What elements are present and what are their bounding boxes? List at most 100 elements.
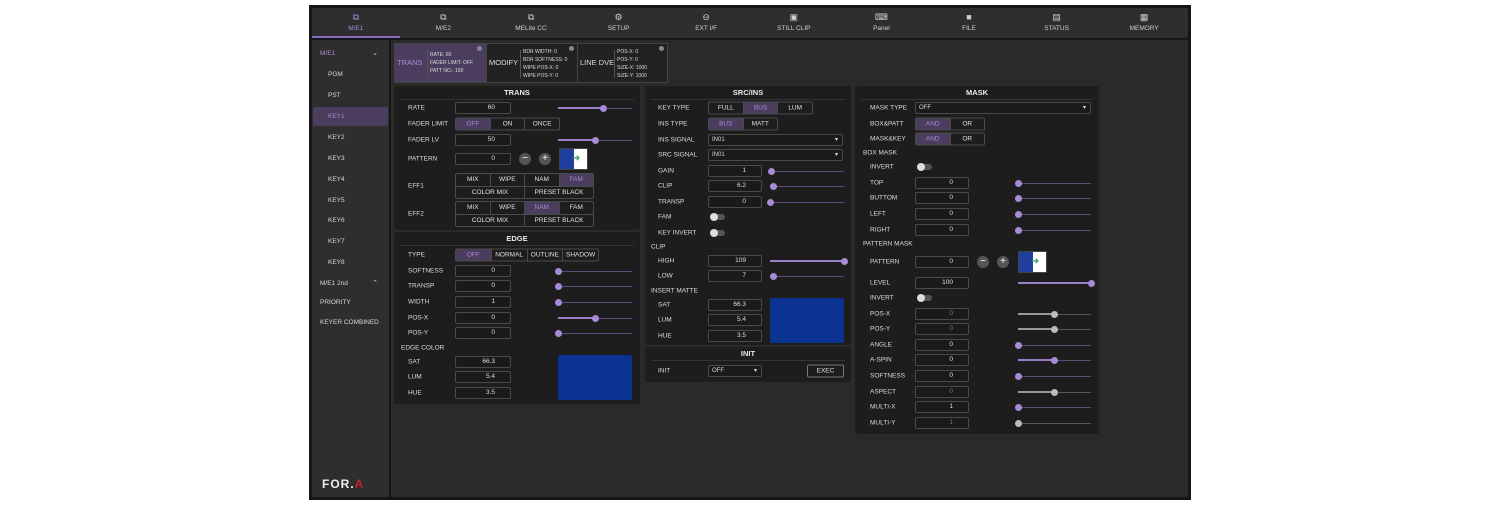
- slider-thumb[interactable]: [591, 314, 599, 322]
- sat-input[interactable]: 66.3: [708, 299, 762, 311]
- pos-y-input[interactable]: 0: [455, 327, 511, 339]
- pattern-input[interactable]: 0: [915, 256, 969, 268]
- plus-button[interactable]: +: [539, 153, 551, 165]
- multi-x-input[interactable]: 1: [915, 401, 969, 413]
- slider-thumb[interactable]: [1014, 194, 1022, 202]
- slider-thumb[interactable]: [766, 198, 774, 206]
- mask-key-option-or[interactable]: OR: [949, 133, 985, 145]
- init-select[interactable]: OFF ▾: [708, 365, 762, 377]
- eff2-option-preset-black[interactable]: PRESET BLACK: [524, 215, 593, 226]
- slider-thumb[interactable]: [554, 298, 562, 306]
- lum-input[interactable]: 5.4: [708, 314, 762, 326]
- invert-toggle[interactable]: [917, 294, 932, 302]
- fam-toggle[interactable]: [710, 213, 725, 221]
- key-invert-toggle[interactable]: [710, 229, 725, 237]
- slider-thumb[interactable]: [554, 329, 562, 337]
- slider-thumb[interactable]: [1014, 419, 1022, 427]
- buttom-input[interactable]: 0: [915, 192, 969, 204]
- lum-input[interactable]: 5.4: [455, 371, 511, 383]
- minus-button[interactable]: −: [977, 256, 989, 268]
- eff1-option-color-mix[interactable]: COLOR MIX: [456, 187, 524, 198]
- right-slider[interactable]: [1014, 226, 1091, 234]
- rate-slider[interactable]: [558, 104, 632, 112]
- sidebar-item-key8[interactable]: KEY8: [313, 253, 388, 272]
- mask-type-select[interactable]: OFF ▾: [915, 102, 1091, 114]
- nav-tab-status[interactable]: ▤ STATUS: [1013, 8, 1101, 38]
- low-slider[interactable]: [770, 272, 844, 280]
- exec-button[interactable]: EXEC: [807, 364, 844, 378]
- slider-thumb[interactable]: [599, 104, 607, 112]
- color-preview[interactable]: [558, 355, 632, 400]
- slider-thumb[interactable]: [554, 267, 562, 275]
- fader-lv-slider[interactable]: [558, 136, 632, 144]
- slider-thumb[interactable]: [1051, 388, 1058, 396]
- summary-card-trans[interactable]: TRANS RATE: 60 FADER LIMIT: OFF PATT NO.: 1…: [394, 43, 486, 83]
- low-input[interactable]: 7: [708, 270, 762, 282]
- ins-type-option-matt[interactable]: MATT: [742, 118, 778, 130]
- slider-thumb[interactable]: [1014, 226, 1022, 234]
- a-spin-slider[interactable]: [1018, 356, 1091, 364]
- right-input[interactable]: 0: [915, 224, 969, 236]
- sidebar-item-m-e1[interactable]: M/E1 ⌄: [313, 44, 388, 63]
- ins-signal-select[interactable]: IN01 ▾: [708, 134, 843, 146]
- rate-input[interactable]: 60: [455, 102, 511, 114]
- sidebar-item-key2[interactable]: KEY2: [313, 128, 388, 147]
- clip-input[interactable]: 6.2: [708, 180, 762, 192]
- eff1-option-mix[interactable]: MIX: [456, 174, 490, 186]
- hue-input[interactable]: 3.5: [708, 330, 762, 342]
- hue-input[interactable]: 3.5: [455, 387, 511, 399]
- nav-tab-file[interactable]: ■ FILE: [925, 8, 1013, 38]
- fader-limit-option-on[interactable]: ON: [489, 118, 525, 130]
- sidebar-item-m-e1-2nd[interactable]: M/E1 2nd ⌃: [313, 274, 388, 293]
- width-input[interactable]: 1: [455, 296, 511, 308]
- sidebar-item-keyer-combined[interactable]: KEYER COMBINED: [313, 313, 388, 332]
- transp-input[interactable]: 0: [455, 280, 511, 292]
- aspect-slider[interactable]: [1018, 388, 1091, 396]
- slider-thumb[interactable]: [767, 167, 775, 175]
- pos-y-slider[interactable]: [1018, 325, 1091, 333]
- sidebar-item-pgm[interactable]: PGM: [313, 65, 388, 84]
- level-slider[interactable]: [1018, 279, 1095, 287]
- transp-input[interactable]: 0: [708, 196, 762, 208]
- plus-button[interactable]: +: [997, 256, 1009, 268]
- transp-slider[interactable]: [766, 198, 844, 206]
- softness-slider[interactable]: [1014, 372, 1091, 380]
- chevron-down-icon[interactable]: ⌄: [372, 44, 378, 63]
- type-option-off[interactable]: OFF: [456, 249, 491, 261]
- eff2-option-fam[interactable]: FAM: [558, 202, 594, 214]
- sidebar-item-key1[interactable]: KEY1: [313, 106, 388, 126]
- src-signal-select[interactable]: IN01 ▾: [708, 149, 843, 161]
- high-input[interactable]: 109: [708, 255, 762, 267]
- sidebar-item-key3[interactable]: KEY3: [313, 149, 388, 168]
- sidebar-item-key5[interactable]: KEY5: [313, 191, 388, 210]
- buttom-slider[interactable]: [1014, 194, 1091, 202]
- slider-thumb[interactable]: [1014, 372, 1022, 380]
- a-spin-input[interactable]: 0: [915, 354, 969, 366]
- eff1-option-nam[interactable]: NAM: [524, 174, 559, 186]
- pos-y-slider[interactable]: [554, 329, 632, 337]
- slider-thumb[interactable]: [1051, 325, 1058, 333]
- type-option-shadow[interactable]: SHADOW: [562, 249, 598, 261]
- slider-thumb[interactable]: [1014, 179, 1022, 187]
- slider-thumb[interactable]: [554, 282, 562, 290]
- summary-card-modify[interactable]: MODIFY BDR WIDTH: 0 BDR SOFTNESS: 0 WIPE PO…: [486, 43, 578, 83]
- summary-card-line-dve[interactable]: LINE DVE POS-X: 0 POS-Y: 0 SIZE-X: 1000 SIZE…: [577, 43, 668, 83]
- nav-tab-m-e1[interactable]: ⧉ M/E1: [312, 8, 400, 38]
- top-input[interactable]: 0: [915, 177, 969, 189]
- minus-button[interactable]: −: [519, 153, 531, 165]
- mask-key-option-and[interactable]: AND: [916, 133, 950, 145]
- gain-slider[interactable]: [767, 167, 844, 175]
- eff2-option-color-mix[interactable]: COLOR MIX: [456, 215, 524, 226]
- type-option-normal[interactable]: NORMAL: [490, 249, 527, 261]
- nav-tab-still-clip[interactable]: ▣ STILL CLIP: [750, 8, 838, 38]
- box-patt-option-or[interactable]: OR: [949, 118, 985, 130]
- clip-slider[interactable]: [770, 182, 844, 190]
- nav-tab-memory[interactable]: ▦ MEMORY: [1100, 8, 1188, 38]
- left-input[interactable]: 0: [915, 208, 969, 220]
- pos-x-input[interactable]: 0: [455, 312, 511, 324]
- slider-thumb[interactable]: [1051, 310, 1058, 318]
- slider-thumb[interactable]: [591, 136, 599, 144]
- slider-thumb[interactable]: [840, 257, 848, 265]
- angle-slider[interactable]: [1014, 341, 1091, 349]
- angle-input[interactable]: 0: [915, 339, 969, 351]
